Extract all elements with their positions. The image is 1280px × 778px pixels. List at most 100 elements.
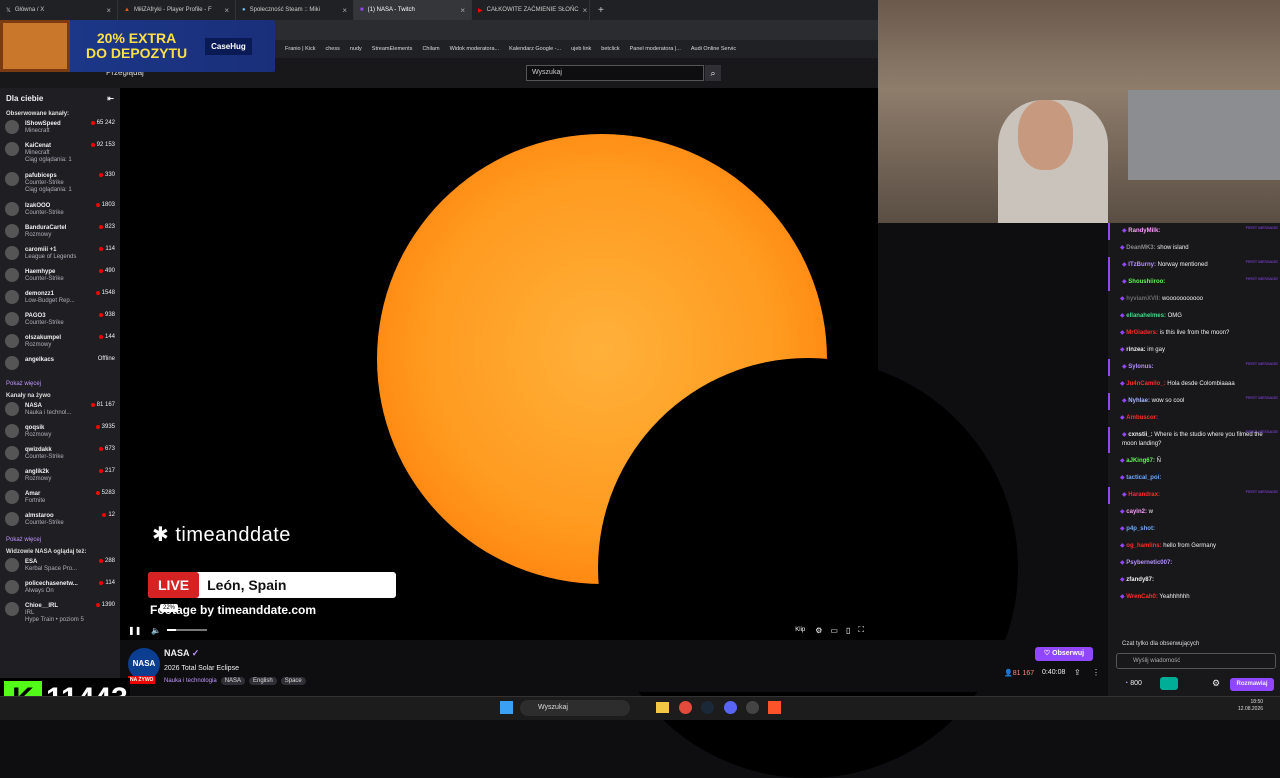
bookmark[interactable]: betclick xyxy=(601,46,619,52)
sidebar-channel[interactable]: Amar Fortnite 5283 xyxy=(0,489,120,511)
chat-username[interactable]: Shoushiiroo: xyxy=(1128,279,1165,285)
chat-username[interactable]: aJKing67: xyxy=(1126,458,1155,464)
settings-icon[interactable]: ⚙ xyxy=(1212,678,1220,689)
category-link[interactable]: Nauka i technologia xyxy=(164,678,217,684)
chrome-icon[interactable] xyxy=(679,701,692,714)
chat-username[interactable]: Nyhlae: xyxy=(1128,398,1150,404)
sidebar-channel[interactable]: angelkacs Offline xyxy=(0,355,120,377)
sidebar-channel[interactable]: olszakumpel Rozmowy 144 xyxy=(0,333,120,355)
chat-username[interactable]: og_hamlins: xyxy=(1126,543,1161,549)
chat-username[interactable]: p4p_shot: xyxy=(1126,526,1155,532)
settings-icon[interactable]: ⚙ xyxy=(815,626,822,635)
tag[interactable]: NASA xyxy=(220,677,246,685)
sidebar-channel[interactable]: Chioe__IRL IRL Hype Train • poziom 5 1390 xyxy=(0,601,120,631)
chat-username[interactable]: Sylonus: xyxy=(1128,364,1153,370)
chat-username[interactable]: RandyMilk: xyxy=(1128,228,1160,234)
show-more-link[interactable]: Pokaż więcej xyxy=(0,377,120,391)
bookmark[interactable]: Widok moderatora... xyxy=(450,46,500,52)
sidebar-channel[interactable]: ESA Kerbal Space Pro... 288 xyxy=(0,557,120,579)
file-explorer-icon[interactable] xyxy=(656,702,669,713)
search-icon[interactable]: ⌕ xyxy=(705,65,721,81)
tag[interactable]: English xyxy=(249,677,277,685)
close-tab-icon[interactable]: × xyxy=(106,6,111,15)
channel-points[interactable]: ◔ 800 xyxy=(1124,680,1142,687)
bookmark[interactable]: chess xyxy=(325,46,339,52)
obs-icon[interactable] xyxy=(746,701,759,714)
bookmark[interactable]: ujeb link xyxy=(571,46,591,52)
new-tab-button[interactable]: + xyxy=(590,5,612,16)
brave-icon[interactable] xyxy=(768,701,781,714)
tab-player-profile[interactable]: ▲ MiłiZAfryki - Player Profile - F × xyxy=(118,0,236,20)
chat-username[interactable]: ellanahelmes: xyxy=(1126,313,1166,319)
chat-username[interactable]: cayin2: xyxy=(1126,509,1147,515)
bookmark[interactable]: Chilam xyxy=(422,46,439,52)
bookmark[interactable]: Audi Online Servic xyxy=(691,46,736,52)
sidebar-channel[interactable]: qoqsik Rozmowy 3935 xyxy=(0,423,120,445)
sidebar-channel[interactable]: KaiCenat Minecraft Ciąg oglądania: 1 92 153 xyxy=(0,141,120,171)
sidebar-channel[interactable]: PAGO3 Counter-Strike 938 xyxy=(0,311,120,333)
chat-username[interactable]: Ambuscor: xyxy=(1126,415,1158,421)
tag[interactable]: Space xyxy=(280,677,306,685)
sidebar-channel[interactable]: pafubiceps Counter-Strike Ciąg oglądania: … xyxy=(0,171,120,201)
chat-username[interactable]: DeanMK3: xyxy=(1126,245,1155,251)
pause-icon[interactable]: ❚❚ xyxy=(128,626,141,635)
show-more-link[interactable]: Pokaż więcej xyxy=(0,533,120,547)
chat-username[interactable]: Psybernetic007: xyxy=(1126,560,1172,566)
chat-username[interactable]: ITzBurny: xyxy=(1128,262,1156,268)
tab-twitch-nasa[interactable]: ■ (1) NASA - Twitch × xyxy=(354,0,472,20)
sidebar-channel[interactable]: policechasenetw... Always On 114 xyxy=(0,579,120,601)
sidebar-channel[interactable]: qwizdakk Counter-Strike 673 xyxy=(0,445,120,467)
clip-button[interactable]: Klip xyxy=(795,627,805,633)
volume-icon[interactable]: 🔈 xyxy=(151,626,161,635)
miniplayer-icon[interactable]: ▭ xyxy=(830,626,838,635)
sidebar-channel[interactable]: NASA Nauka i technol... 81 167 xyxy=(0,401,120,423)
chat-username[interactable]: hyviamXVII: xyxy=(1126,296,1160,302)
close-tab-icon[interactable]: × xyxy=(224,6,229,15)
windows-start-icon[interactable] xyxy=(500,701,513,714)
chat-username[interactable]: zfandy87: xyxy=(1126,577,1154,583)
chat-username[interactable]: rinzea: xyxy=(1126,347,1145,353)
close-tab-icon[interactable]: × xyxy=(460,6,465,15)
sidebar-channel[interactable]: IShowSpeed Minecraft 65 242 xyxy=(0,119,120,141)
chat-send-button[interactable]: Rozmawiaj xyxy=(1230,678,1274,691)
chat-username[interactable]: Ju4nCamilo_: xyxy=(1126,381,1165,387)
viewer-count-text: 217 xyxy=(104,468,115,474)
chat-username[interactable]: MrGladers: xyxy=(1126,330,1158,336)
bookmark[interactable]: Franio | Kick xyxy=(285,46,315,52)
close-tab-icon[interactable]: × xyxy=(342,6,347,15)
bookmark[interactable]: nudy xyxy=(350,46,362,52)
chat-username[interactable]: WrenCah0: xyxy=(1126,594,1158,600)
sidebar-channel[interactable]: almstaroo Counter-Strike 12 xyxy=(0,511,120,533)
tab-youtube[interactable]: ▶ CAŁKOWITE ZAĆMIENIE SŁOŃC × xyxy=(472,0,590,20)
sidebar-channel[interactable]: demonzz1 Low-Budget Rep... 1548 xyxy=(0,289,120,311)
more-options-icon[interactable]: ⋮ xyxy=(1092,668,1100,677)
sidebar-channel[interactable]: anglik2k Rozmowy 217 xyxy=(0,467,120,489)
share-icon[interactable]: ⇪ xyxy=(1074,668,1081,677)
chat-input[interactable]: Wyślij wiadomość xyxy=(1116,653,1276,669)
tab-steam[interactable]: ● Społeczność Steam :: Miki × xyxy=(236,0,354,20)
chat-username[interactable]: tactical_poi: xyxy=(1126,475,1161,481)
taskbar-search[interactable]: Wyszukaj xyxy=(520,700,630,716)
taskbar-clock[interactable]: 18:50 12.08.2026 xyxy=(1238,699,1263,713)
sidebar-channel[interactable]: BanduraCartel Rozmowy 823 xyxy=(0,223,120,245)
sidebar-channel[interactable]: Haemhype Counter-Strike 490 xyxy=(0,267,120,289)
sidebar-channel[interactable]: IzakOOO Counter-Strike 1803 xyxy=(0,201,120,223)
chat-username[interactable]: Harandrax: xyxy=(1128,492,1160,498)
volume-slider[interactable] xyxy=(167,629,208,631)
bookmark[interactable]: Panel moderatora |... xyxy=(630,46,681,52)
search-input[interactable]: Wyszukaj xyxy=(526,65,704,81)
theatre-mode-icon[interactable]: ▯ xyxy=(846,626,850,635)
fullscreen-icon[interactable]: ⛶ xyxy=(858,625,864,635)
bookmark[interactable]: StreamElements xyxy=(372,46,413,52)
bookmark[interactable]: Kalendarz Google -... xyxy=(509,46,561,52)
steam-taskbar-icon[interactable] xyxy=(701,701,714,714)
discord-icon[interactable] xyxy=(724,701,737,714)
chat-username[interactable]: cxnstii_: xyxy=(1128,432,1152,438)
follow-button[interactable]: ♡ Obserwuj xyxy=(1035,647,1093,661)
collapse-icon[interactable]: ⇤ xyxy=(107,94,114,103)
gift-icon[interactable] xyxy=(1160,677,1178,690)
close-tab-icon[interactable]: × xyxy=(583,6,588,15)
tab-x[interactable]: 𝕏 Główna / X × xyxy=(0,0,118,20)
sidebar-channel[interactable]: caromiii +1 League of Legends 114 xyxy=(0,245,120,267)
channel-name[interactable]: NASA ✓ xyxy=(164,648,199,659)
